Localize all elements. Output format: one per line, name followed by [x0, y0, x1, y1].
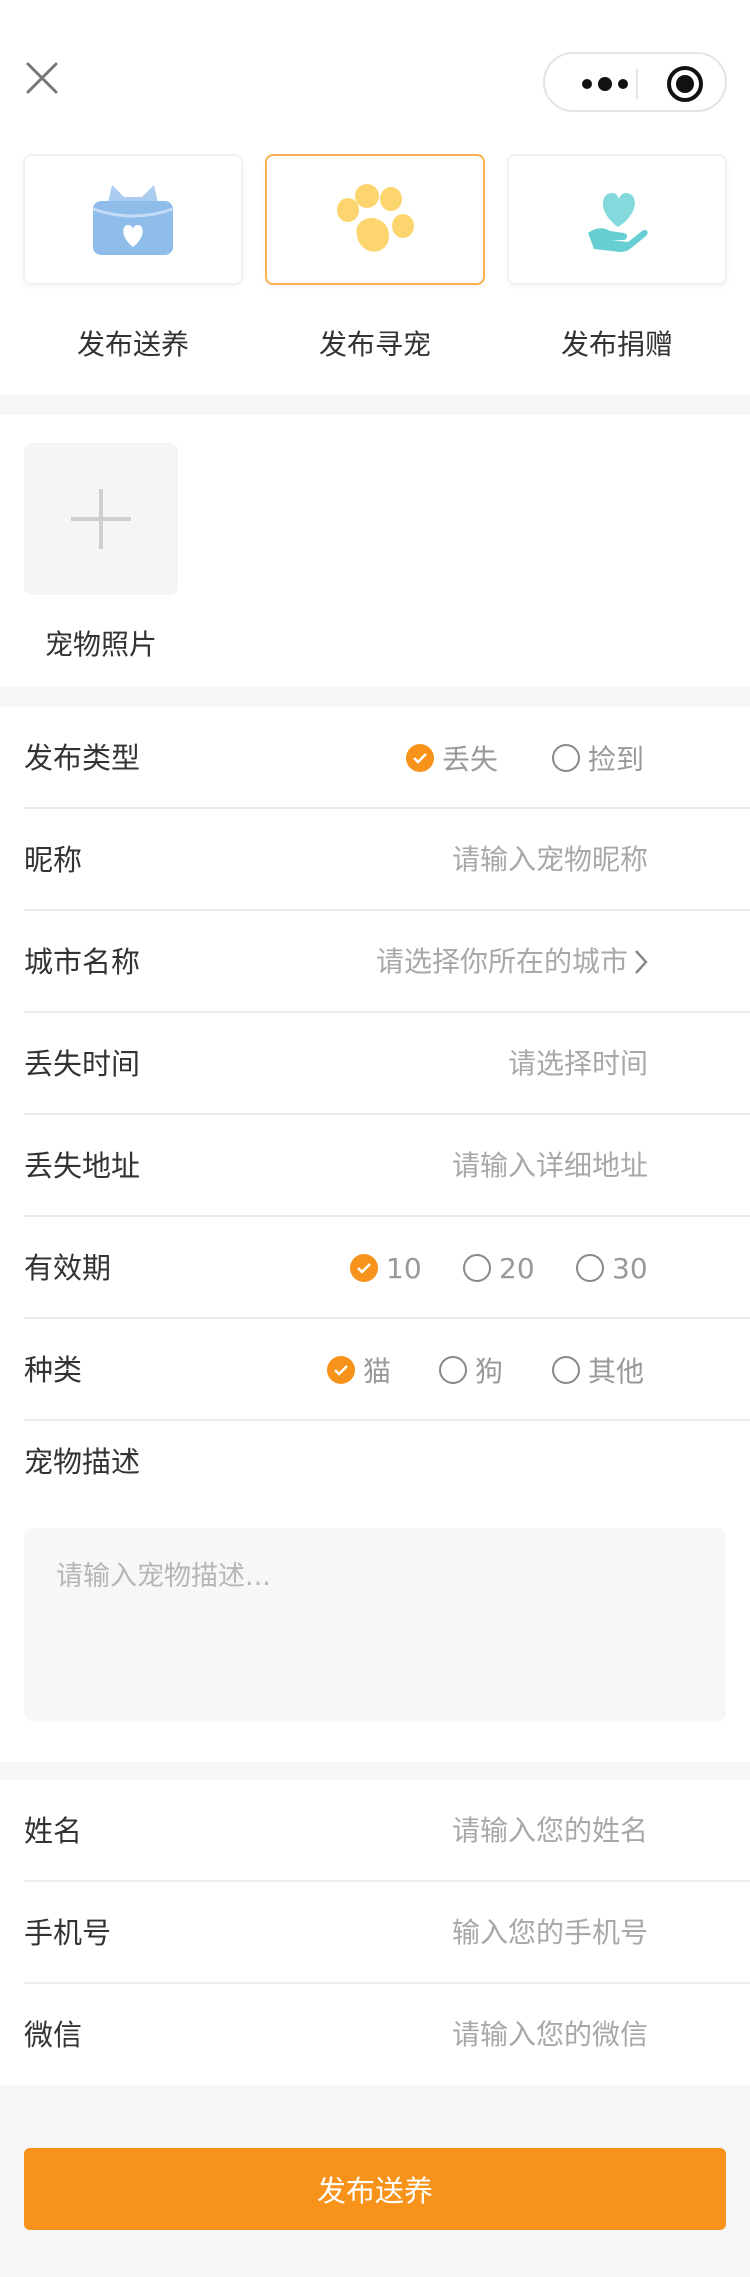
field-label: 丢失时间	[24, 1047, 141, 1081]
category-card[interactable]	[507, 154, 727, 285]
description-textarea[interactable]: 请输入宠物描述...	[24, 1528, 726, 1722]
record-target-icon[interactable]	[665, 64, 705, 104]
time-picker[interactable]: 请选择时间	[508, 1013, 648, 1115]
radio-label: 捡到	[588, 743, 645, 776]
wechat-input[interactable]: 请输入您的微信	[452, 1984, 648, 2086]
radio-label: 20	[499, 1251, 535, 1285]
category-card[interactable]	[23, 154, 243, 285]
field-label: 有效期	[24, 1251, 112, 1285]
chevron-right-icon	[634, 949, 648, 975]
unchecked-icon	[576, 1254, 604, 1282]
heart-hand-icon	[588, 192, 648, 252]
city-row[interactable]: 城市名称 请选择你所在的城市	[24, 911, 750, 1013]
checked-icon	[406, 744, 434, 772]
unchecked-icon	[463, 1254, 491, 1282]
address-input[interactable]: 请输入详细地址	[452, 1115, 648, 1217]
cat-heart-box-icon	[92, 184, 174, 255]
field-label: 发布类型	[24, 741, 141, 775]
plus-icon	[71, 489, 131, 549]
nickname-input[interactable]: 请输入宠物昵称	[452, 809, 648, 911]
top-bar	[0, 0, 750, 140]
field-label: 丢失地址	[24, 1149, 141, 1183]
publish-type-row: 发布类型 丢失 捡到	[24, 707, 750, 809]
field-label: 昵称	[24, 843, 83, 877]
radio-other[interactable]: 其他	[552, 1319, 644, 1421]
lost-time-row[interactable]: 丢失时间 请选择时间	[24, 1013, 750, 1115]
wechat-row[interactable]: 微信 请输入您的微信	[24, 1984, 750, 2086]
unchecked-icon	[439, 1356, 467, 1384]
radio-validity-10[interactable]: 10	[350, 1217, 422, 1319]
nickname-row[interactable]: 昵称 请输入宠物昵称	[24, 809, 750, 911]
category-label: 发布送养	[76, 328, 189, 361]
field-label: 种类	[24, 1353, 83, 1387]
category-adopt-out[interactable]: 发布送养	[23, 154, 243, 363]
field-label: 微信	[24, 2018, 83, 2052]
contact-form: 姓名 请输入您的姓名 手机号 输入您的手机号 微信 请输入您的微信	[0, 1780, 750, 2085]
radio-label: 10	[386, 1251, 422, 1285]
species-row: 种类 猫 狗 其他	[24, 1319, 750, 1421]
unchecked-icon	[552, 744, 580, 772]
city-picker[interactable]: 请选择你所在的城市	[376, 911, 628, 1013]
paw-print-icon	[337, 183, 414, 252]
more-dots-icon[interactable]	[575, 72, 635, 96]
description-placeholder: 请输入宠物描述...	[56, 1561, 271, 1592]
radio-dog[interactable]: 狗	[439, 1319, 503, 1421]
radio-lost[interactable]: 丢失	[406, 707, 498, 809]
category-find-pet[interactable]: 发布寻宠	[265, 154, 485, 363]
radio-validity-20[interactable]: 20	[463, 1217, 535, 1319]
phone-row[interactable]: 手机号 输入您的手机号	[24, 1882, 750, 1984]
radio-label: 狗	[475, 1355, 504, 1388]
radio-found[interactable]: 捡到	[552, 707, 644, 809]
validity-row: 有效期 10 20 30	[24, 1217, 750, 1319]
capsule-divider	[636, 69, 638, 99]
photo-section: 宠物照片	[0, 415, 750, 687]
submit-button[interactable]: 发布送养	[24, 2148, 726, 2230]
category-donate[interactable]: 发布捐赠	[507, 154, 727, 363]
category-selector: 发布送养 发布寻宠 发布捐赠	[0, 140, 750, 395]
unchecked-icon	[552, 1356, 580, 1384]
lost-address-row[interactable]: 丢失地址 请输入详细地址	[24, 1115, 750, 1217]
category-label: 发布寻宠	[318, 328, 431, 361]
radio-validity-30[interactable]: 30	[576, 1217, 648, 1319]
field-label: 手机号	[24, 1916, 112, 1950]
add-photo-button[interactable]	[24, 443, 178, 595]
description-label: 宠物描述	[24, 1445, 141, 1479]
category-label: 发布捐赠	[560, 328, 673, 361]
category-card[interactable]	[265, 154, 485, 285]
radio-label: 丢失	[442, 743, 499, 776]
photo-label: 宠物照片	[44, 628, 157, 661]
radio-label: 猫	[363, 1355, 392, 1388]
radio-cat[interactable]: 猫	[327, 1319, 391, 1421]
field-label: 姓名	[24, 1814, 83, 1848]
name-input[interactable]: 请输入您的姓名	[452, 1780, 648, 1882]
mini-program-capsule	[543, 52, 727, 112]
close-icon[interactable]	[22, 58, 62, 98]
checked-icon	[350, 1254, 378, 1282]
field-label: 城市名称	[24, 945, 141, 979]
name-row[interactable]: 姓名 请输入您的姓名	[24, 1780, 750, 1882]
radio-label: 其他	[588, 1355, 645, 1388]
checked-icon	[327, 1356, 355, 1384]
phone-input[interactable]: 输入您的手机号	[452, 1882, 648, 1984]
radio-label: 30	[612, 1251, 648, 1285]
